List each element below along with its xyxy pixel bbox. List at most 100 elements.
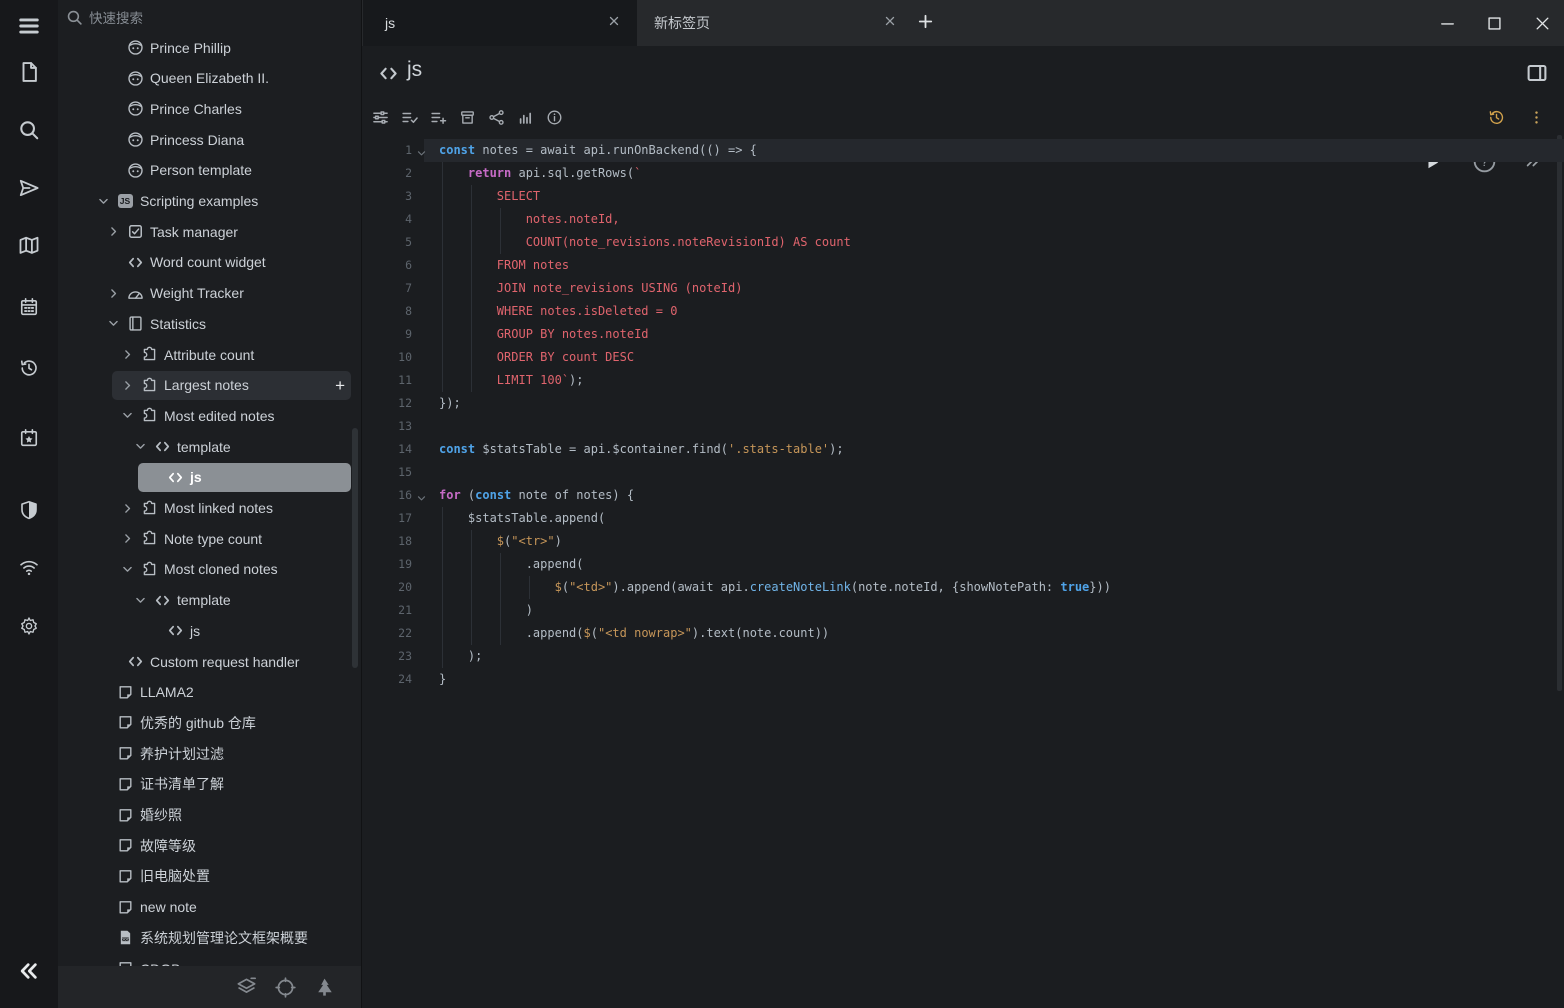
tree-item[interactable]: Note type count	[58, 523, 361, 554]
tree-item-label: Attribute count	[164, 347, 254, 363]
code-token: ORDER BY count DESC	[439, 350, 634, 364]
more-menu-button[interactable]	[1522, 103, 1550, 131]
tree-item[interactable]: new note	[58, 892, 361, 923]
tree-item[interactable]: 证书清单了解	[58, 769, 361, 800]
tree-item[interactable]: Task manager	[58, 216, 361, 247]
fold-marker-icon[interactable]	[416, 489, 428, 501]
tree-item[interactable]: Largest notes+	[58, 370, 361, 401]
scroll-to-active-note-button[interactable]	[274, 976, 296, 998]
chevron-down-icon[interactable]	[94, 192, 113, 210]
note-map-button[interactable]	[14, 231, 44, 261]
menu-toggle-button[interactable]	[14, 11, 44, 41]
tree-item[interactable]: Custom request handler	[58, 646, 361, 677]
line-number: 9	[362, 323, 412, 346]
code-text: $("<td>").append(await api.createNoteLin…	[439, 576, 1111, 599]
chevron-spacer	[94, 867, 113, 885]
protected-session-button[interactable]	[14, 495, 44, 525]
owned-attributes-button[interactable]	[395, 103, 423, 131]
new-note-button[interactable]	[14, 57, 44, 87]
chevron-right-icon[interactable]	[118, 346, 137, 364]
tree-item-label: Prince Phillip	[150, 40, 231, 56]
tree-item[interactable]: Most linked notes	[58, 493, 361, 524]
chevron-down-icon[interactable]	[131, 591, 150, 609]
chevron-right-icon[interactable]	[104, 284, 123, 302]
chevron-down-icon[interactable]	[118, 407, 137, 425]
chevron-right-icon[interactable]	[118, 530, 137, 548]
tree-item[interactable]: DOC系统规划管理论文框架概要	[58, 922, 361, 953]
note-map-button[interactable]	[482, 103, 510, 131]
code-token: notes = await api.runOnBackend(() => {	[475, 143, 757, 157]
tree-item[interactable]: Most edited notes	[58, 400, 361, 431]
chevron-down-icon[interactable]	[131, 438, 150, 456]
tree-item[interactable]: 故障等级	[58, 830, 361, 861]
tree-item[interactable]: Weight Tracker	[58, 278, 361, 309]
code-line: 14const $statsTable = api.$container.fin…	[362, 438, 1564, 461]
jump-to-note-button[interactable]	[14, 173, 44, 203]
menu-icon	[14, 11, 44, 41]
tree-item[interactable]: Prince Charles	[58, 93, 361, 124]
inherited-attributes-button[interactable]	[424, 103, 452, 131]
code-editor[interactable]: ? 1const notes = await api.runOnBackend(…	[362, 133, 1564, 1008]
tree-item[interactable]: Prince Phillip	[58, 32, 361, 63]
chevron-right-icon[interactable]	[118, 376, 137, 394]
split-pane-icon[interactable]	[1526, 62, 1548, 84]
recent-changes-button[interactable]	[14, 353, 44, 383]
today-note-button[interactable]	[14, 423, 44, 453]
tab-js[interactable]: js	[363, 0, 637, 46]
person-icon	[123, 161, 147, 179]
note-info-button[interactable]	[540, 103, 568, 131]
close-tab-icon[interactable]	[883, 14, 901, 32]
tree-item[interactable]: Queen Elizabeth II.	[58, 63, 361, 94]
chevron-right-icon[interactable]	[104, 223, 123, 241]
calendar-icon	[14, 292, 44, 322]
layers-button[interactable]	[235, 976, 257, 998]
tree-item[interactable]: Word count widget	[58, 247, 361, 278]
sync-status-button[interactable]	[14, 552, 44, 582]
tree-item[interactable]: template	[58, 585, 361, 616]
chevron-right-icon[interactable]	[118, 499, 137, 517]
calendar-button[interactable]	[14, 292, 44, 322]
tree-item[interactable]: Person template	[58, 155, 361, 186]
tree-item[interactable]: Princess Diana	[58, 124, 361, 155]
tree-item[interactable]: 婚纱照	[58, 800, 361, 831]
svg-text:DOC: DOC	[121, 938, 129, 942]
collapse-tree-button[interactable]	[313, 976, 335, 998]
note-revisions-button[interactable]	[1482, 103, 1510, 131]
settings-button[interactable]	[14, 611, 44, 641]
close-tab-icon[interactable]	[607, 14, 625, 32]
tree-item-label: Weight Tracker	[150, 285, 244, 301]
tree-item-label: new note	[140, 899, 197, 915]
tree-item[interactable]: JSScripting examples	[58, 186, 361, 217]
tree-item[interactable]: LLAMA2	[58, 677, 361, 708]
similar-notes-button[interactable]	[511, 103, 539, 131]
tree-item[interactable]: Attribute count	[58, 339, 361, 370]
code-line: 3 SELECT	[362, 185, 1564, 208]
tree-item[interactable]: CDGB	[58, 953, 361, 966]
tree-item[interactable]: js	[58, 615, 361, 646]
new-tab-button[interactable]	[917, 13, 937, 33]
tree-item[interactable]: template	[58, 431, 361, 462]
chevron-down-icon[interactable]	[118, 560, 137, 578]
note-paths-button[interactable]	[453, 103, 481, 131]
tab-new-page[interactable]: 新标签页	[637, 0, 913, 46]
search-button[interactable]	[14, 115, 44, 145]
tree-item[interactable]: 旧电脑处置	[58, 861, 361, 892]
minimize-button[interactable]	[1431, 7, 1463, 39]
tree-item[interactable]: 优秀的 github 仓库	[58, 707, 361, 738]
code-token: COUNT(note_revisions.noteRevisionId) AS …	[439, 235, 851, 249]
quick-search-input[interactable]: 快速搜索	[58, 0, 361, 34]
close-window-button[interactable]	[1526, 7, 1558, 39]
tree-item[interactable]: 养护计划过滤	[58, 738, 361, 769]
chevron-down-icon[interactable]	[104, 315, 123, 333]
collapse-pane-button[interactable]	[14, 956, 44, 986]
basic-properties-button[interactable]	[366, 103, 394, 131]
fold-marker-icon[interactable]	[416, 144, 428, 156]
tree-item[interactable]: Most cloned notes	[58, 554, 361, 585]
tree-item[interactable]: js	[58, 462, 361, 493]
tree-item-label: Person template	[150, 162, 252, 178]
add-child-note-button[interactable]: +	[335, 377, 345, 394]
maximize-button[interactable]	[1478, 7, 1510, 39]
tree-item[interactable]: Statistics	[58, 308, 361, 339]
tree-scrollbar[interactable]	[352, 428, 358, 668]
note-title[interactable]: js	[407, 58, 422, 82]
